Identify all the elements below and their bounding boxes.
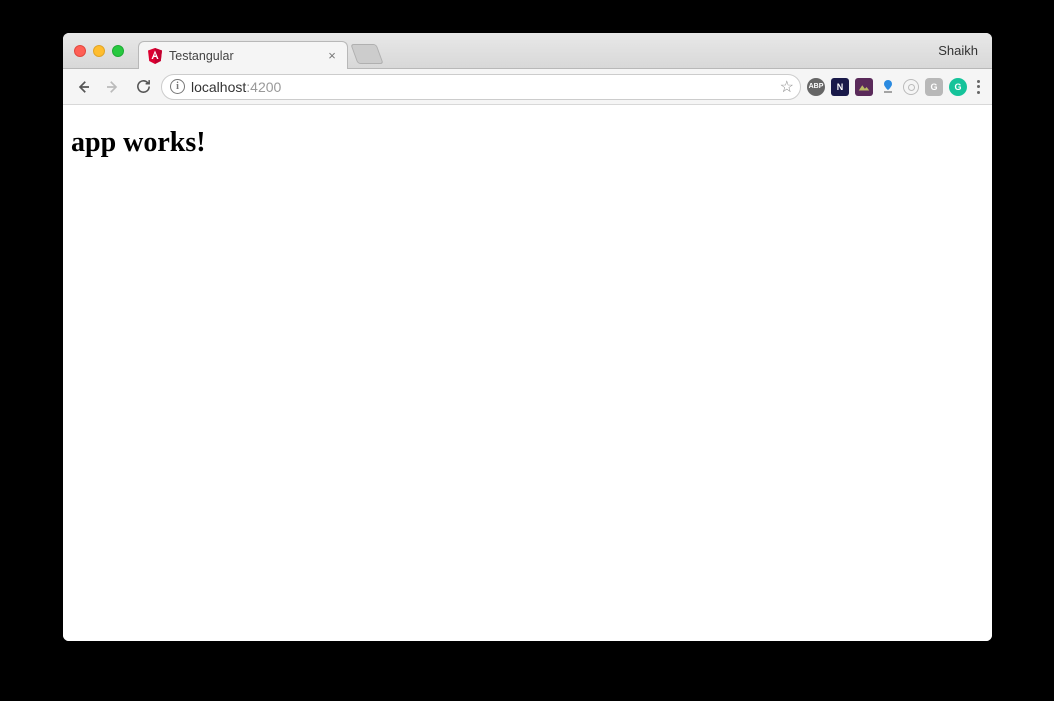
angular-icon xyxy=(147,48,163,64)
url-port: :4200 xyxy=(246,79,281,95)
extension-download-icon[interactable] xyxy=(879,78,897,96)
extension-n-icon[interactable]: N xyxy=(831,78,849,96)
page-content: app works! xyxy=(63,105,992,641)
page-heading: app works! xyxy=(71,127,984,159)
browser-menu-button[interactable] xyxy=(973,76,984,98)
url-host: localhost xyxy=(191,79,246,95)
site-info-icon[interactable]: i xyxy=(170,79,185,94)
tab-active[interactable]: Testangular × xyxy=(138,41,348,69)
tab-strip: Testangular × xyxy=(138,33,380,68)
back-button[interactable] xyxy=(71,75,95,99)
extension-abp-icon[interactable]: ABP xyxy=(807,78,825,96)
window-minimize-button[interactable] xyxy=(93,45,105,57)
traffic-lights xyxy=(63,45,124,57)
extension-circle-icon[interactable] xyxy=(903,79,919,95)
toolbar: i localhost:4200 ☆ ABP N G G xyxy=(63,69,992,105)
reload-button[interactable] xyxy=(131,75,155,99)
extension-icons: ABP N G G xyxy=(807,76,984,98)
forward-button[interactable] xyxy=(101,75,125,99)
window-close-button[interactable] xyxy=(74,45,86,57)
profile-name[interactable]: Shaikh xyxy=(938,43,978,58)
tab-close-button[interactable]: × xyxy=(325,49,339,63)
window-maximize-button[interactable] xyxy=(112,45,124,57)
extension-screenshot-icon[interactable] xyxy=(855,78,873,96)
browser-window: Testangular × Shaikh i xyxy=(63,33,992,641)
extension-grammarly-icon[interactable]: G xyxy=(949,78,967,96)
extension-g-icon[interactable]: G xyxy=(925,78,943,96)
address-bar[interactable]: i localhost:4200 ☆ xyxy=(161,74,801,100)
bookmark-star-icon[interactable]: ☆ xyxy=(780,77,794,97)
url-text: localhost:4200 xyxy=(191,79,281,95)
new-tab-button[interactable] xyxy=(350,44,383,64)
tab-title: Testangular xyxy=(169,49,319,63)
titlebar: Testangular × Shaikh xyxy=(63,33,992,69)
